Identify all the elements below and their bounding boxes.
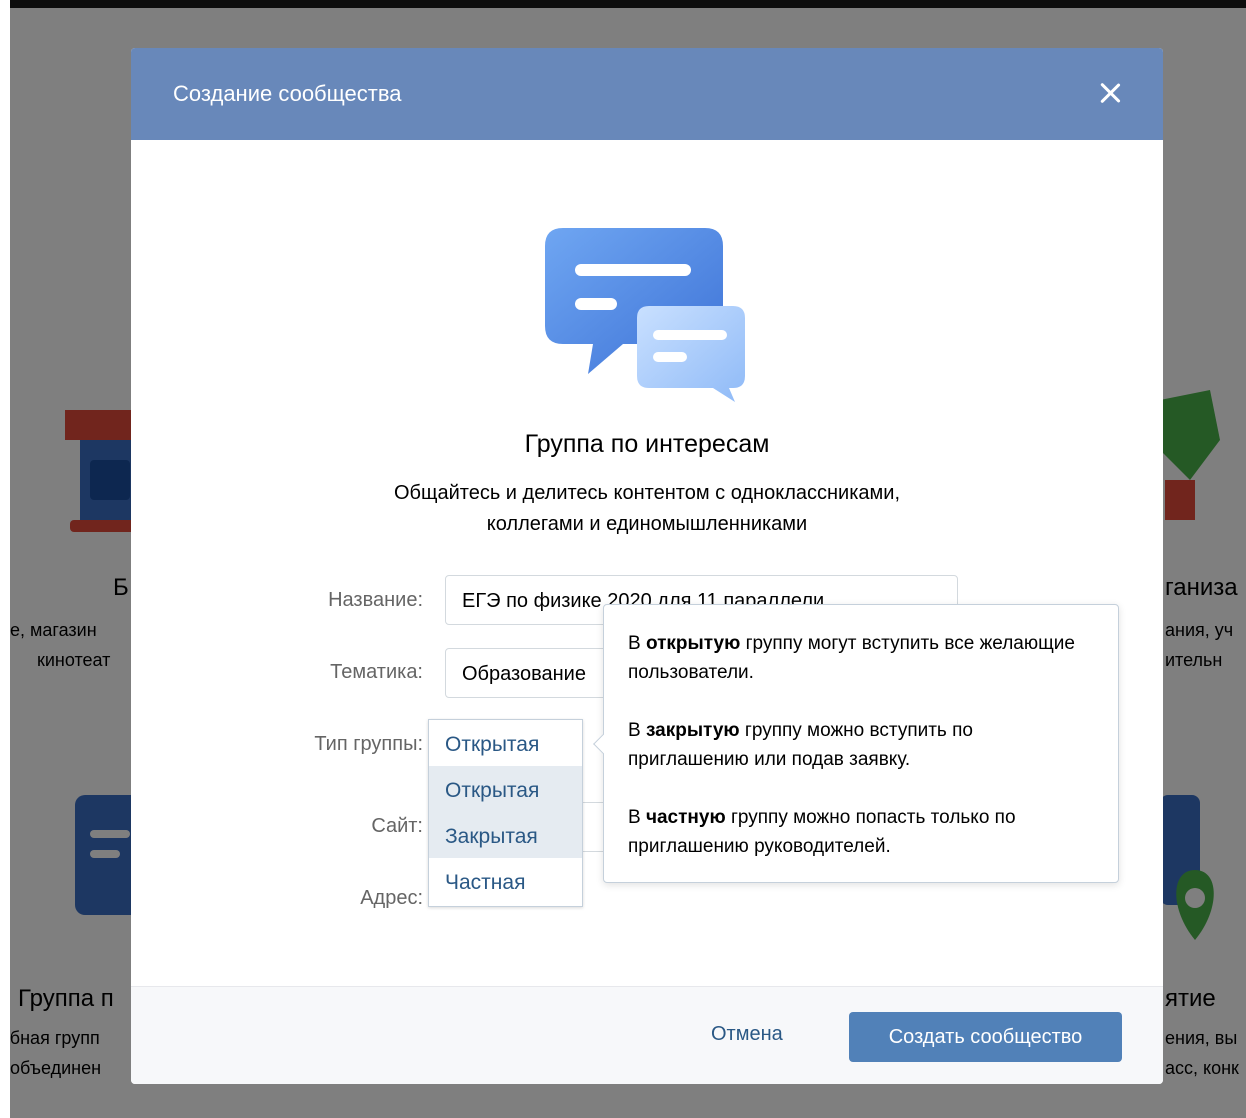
tooltip-arrow [593,734,613,754]
tooltip-private-paragraph: В частную группу можно попасть только по… [628,807,1016,857]
group-type-title: Группа по интересам [524,430,770,458]
description-line-1: Общайтесь и делитесь контентом с однокла… [394,482,900,504]
modal-title: Создание сообщества [173,81,402,106]
create-community-button[interactable]: Создать сообщество [849,1012,1122,1062]
modal-footer: Отмена Создать сообщество [131,986,1163,1084]
tooltip-closed-paragraph: В закрытую группу можно вступить по приг… [628,720,973,770]
group-type-label: Тип группы: [314,733,423,755]
group-type-description: Общайтесь и делитесь контентом с однокла… [341,478,953,540]
dropdown-option-private[interactable]: Частная [429,858,582,904]
name-label: Название: [328,589,423,611]
dropdown-option-closed[interactable]: Закрытая [429,812,582,858]
group-type-dropdown[interactable]: Открытая Открытая Закрытая Частная [428,719,583,907]
cancel-button[interactable]: Отмена [711,1023,783,1046]
tooltip-open-paragraph: В открытую группу могут вступить все жел… [628,633,1075,683]
site-label: Сайт: [371,815,423,837]
description-line-2: коллегами и единомышленниками [486,513,808,535]
chat-bubbles-icon [545,228,745,402]
address-label: Адрес: [360,887,423,909]
create-community-modal: Создание сообщества Группа по интересам … [131,48,1163,1084]
theme-label: Тематика: [330,661,423,683]
dropdown-current-open[interactable]: Открытая [429,720,582,766]
modal-header: Создание сообщества [131,48,1163,140]
dropdown-option-open[interactable]: Открытая [429,766,582,812]
left-edge [0,0,10,1118]
close-icon[interactable] [1097,80,1123,106]
group-type-tooltip: В открытую группу могут вступить все жел… [593,604,1119,883]
